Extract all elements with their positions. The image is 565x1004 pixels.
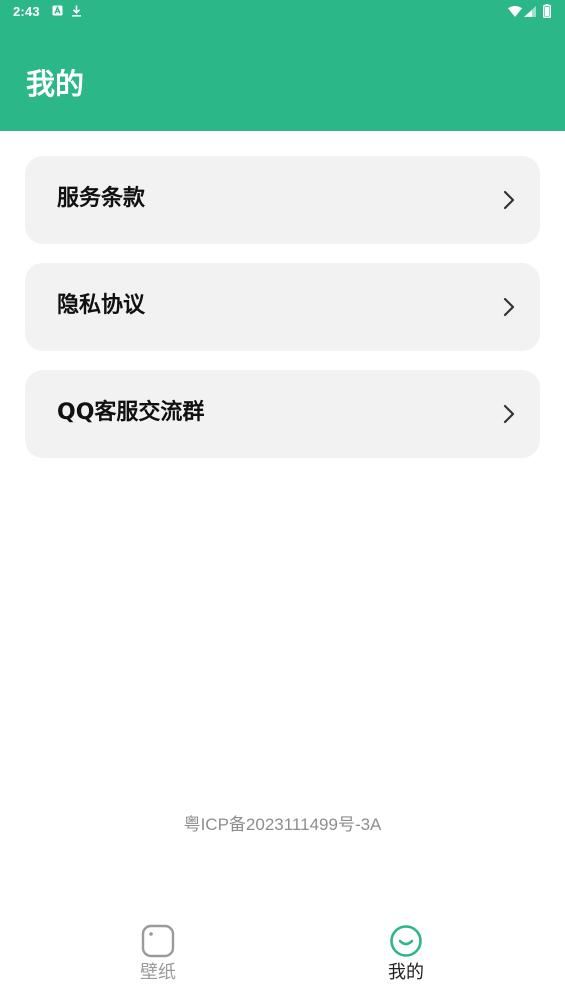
wifi-icon [508, 6, 522, 17]
chevron-right-icon [503, 190, 515, 210]
tab-mine[interactable]: 我的 [336, 922, 476, 992]
tab-mine-label: 我的 [388, 962, 424, 983]
app-header: 2:43 我的 [0, 0, 565, 131]
qq-group-item[interactable]: QQ客服交流群 [25, 370, 540, 458]
qq-group-label: QQ客服交流群 [57, 400, 205, 425]
download-icon [72, 5, 81, 17]
chevron-right-icon [503, 297, 515, 317]
tab-wallpaper-label: 壁纸 [140, 962, 176, 983]
status-time: 2:43 [13, 4, 40, 19]
privacy-policy-item[interactable]: 隐私协议 [25, 263, 540, 351]
wallpaper-icon [141, 924, 175, 958]
terms-of-service-item[interactable]: 服务条款 [25, 156, 540, 244]
notification-a-icon [52, 5, 63, 16]
status-bar: 2:43 [0, 0, 565, 24]
tab-wallpaper[interactable]: 壁纸 [88, 922, 228, 992]
page-title: 我的 [26, 67, 85, 101]
terms-of-service-label: 服务条款 [57, 186, 146, 211]
privacy-policy-label: 隐私协议 [57, 293, 146, 318]
icp-license-text: 粤ICP备2023111499号-3A [183, 815, 382, 834]
cell-signal-icon [524, 6, 536, 17]
battery-icon [543, 4, 551, 18]
chevron-right-icon [503, 404, 515, 424]
smile-face-icon [390, 925, 422, 957]
